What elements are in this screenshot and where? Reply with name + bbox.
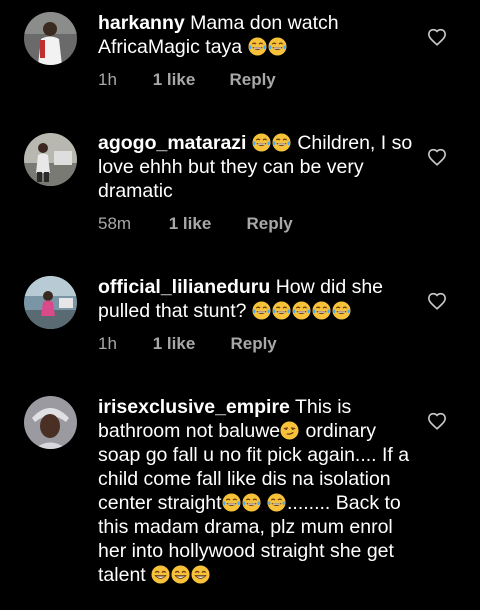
comment-text: agogo_matarazi Children, I so love ehhh … <box>98 131 416 203</box>
laughing-emoji-icon <box>222 493 241 512</box>
heart-outline-icon[interactable] <box>427 412 447 430</box>
grinning-emoji-icon <box>171 565 190 584</box>
laughing-emoji-icon <box>292 301 311 320</box>
comment-text: official_lilianeduru How did she pulled … <box>98 275 416 323</box>
laughing-emoji-icon <box>272 301 291 320</box>
smirk-emoji-icon <box>280 421 299 440</box>
avatar[interactable] <box>24 12 77 65</box>
avatar-image <box>24 396 77 449</box>
reply-button[interactable]: Reply <box>246 214 292 234</box>
comment-time: 1h <box>98 334 117 353</box>
comment-username[interactable]: official_lilianeduru <box>98 276 270 298</box>
laughing-emoji-icon <box>267 493 286 512</box>
comment-likes[interactable]: 1 like <box>153 70 225 90</box>
comment-meta: 1h 1 like Reply <box>98 70 276 90</box>
comment-text: harkanny Mama don watch AfricaMagic taya <box>98 11 416 59</box>
laughing-emoji-icon <box>312 301 331 320</box>
heart-outline-icon[interactable] <box>427 292 447 310</box>
heart-outline-icon[interactable] <box>427 28 447 46</box>
avatar[interactable] <box>24 133 77 186</box>
laughing-emoji-icon <box>248 37 267 56</box>
grinning-emoji-icon <box>191 565 210 584</box>
laughing-emoji-icon <box>272 133 291 152</box>
comment-meta: 1h 1 like Reply <box>98 334 277 354</box>
avatar-image <box>24 276 77 329</box>
avatar-image <box>24 12 77 65</box>
comment-username[interactable]: irisexclusive_empire <box>98 396 290 418</box>
comment-username[interactable]: harkanny <box>98 12 185 34</box>
emoji-group <box>252 132 297 154</box>
comment-likes[interactable]: 1 like <box>153 334 226 354</box>
reply-button[interactable]: Reply <box>229 70 275 90</box>
comment-meta: 58m 1 like Reply <box>98 214 293 234</box>
comment-likes[interactable]: 1 like <box>169 214 242 234</box>
comment-text: irisexclusive_empire This is bathroom no… <box>98 395 416 587</box>
emoji-group <box>252 300 352 322</box>
heart-outline-icon[interactable] <box>427 148 447 166</box>
laughing-emoji-icon <box>252 133 271 152</box>
laughing-emoji-icon <box>252 301 271 320</box>
emoji-group <box>248 36 288 58</box>
emoji-group <box>222 492 287 514</box>
comment-time: 1h <box>98 70 117 89</box>
laughing-emoji-icon <box>242 493 261 512</box>
comment-time: 58m <box>98 214 132 233</box>
avatar[interactable] <box>24 276 77 329</box>
avatar[interactable] <box>24 396 77 449</box>
emoji-group <box>151 564 211 586</box>
reply-button[interactable]: Reply <box>230 334 276 354</box>
comment-username[interactable]: agogo_matarazi <box>98 132 246 154</box>
grinning-emoji-icon <box>151 565 170 584</box>
laughing-emoji-icon <box>268 37 287 56</box>
laughing-emoji-icon <box>332 301 351 320</box>
avatar-image <box>24 133 77 186</box>
